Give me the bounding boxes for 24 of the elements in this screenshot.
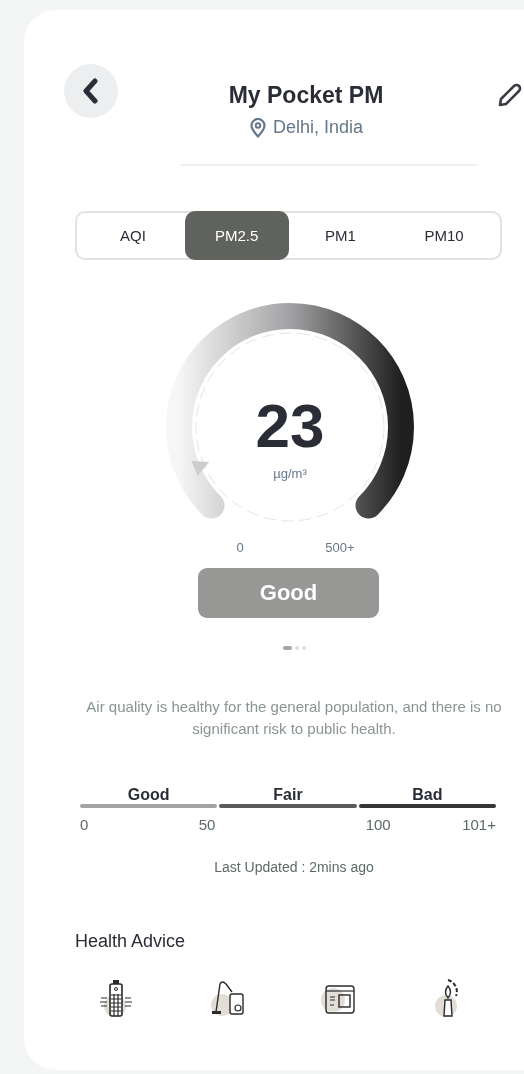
scale-label: Bad [412,786,443,804]
scale-label: Fair [273,786,303,804]
gauge-max-label: 500+ [325,540,355,554]
device-title: My Pocket PM [228,82,384,109]
gauge-unit: µg/m³ [273,466,307,481]
pollutant-tab[interactable]: PM10 [392,211,496,260]
scale-tick: 0 [80,816,90,833]
air-quality-description: Air quality is healthy for the general population, and there is no significant risk to public health. [85,697,503,739]
location-pin-icon [248,117,267,138]
section-title: Health Advice [75,931,187,952]
pollutant-tab[interactable]: AQI [81,211,185,260]
scale-label: Good [127,786,170,804]
pollutant-tab[interactable]: PM1 [288,211,393,260]
gauge-min-label: 0 [236,540,244,554]
pencil-icon [496,82,522,109]
pollutant-tab[interactable]: PM2.5 [184,211,289,260]
back-button[interactable] [64,64,118,118]
gauge-value: 23 [255,391,325,460]
scale-tick: 101+ [461,816,496,833]
status-badge: Good [198,568,379,618]
location-text: Delhi, India [272,117,364,138]
scale-tick: 100 [364,816,391,833]
scale-tick: 50 [197,816,217,833]
last-updated-text: Last Updated : 2mins ago [213,859,375,875]
